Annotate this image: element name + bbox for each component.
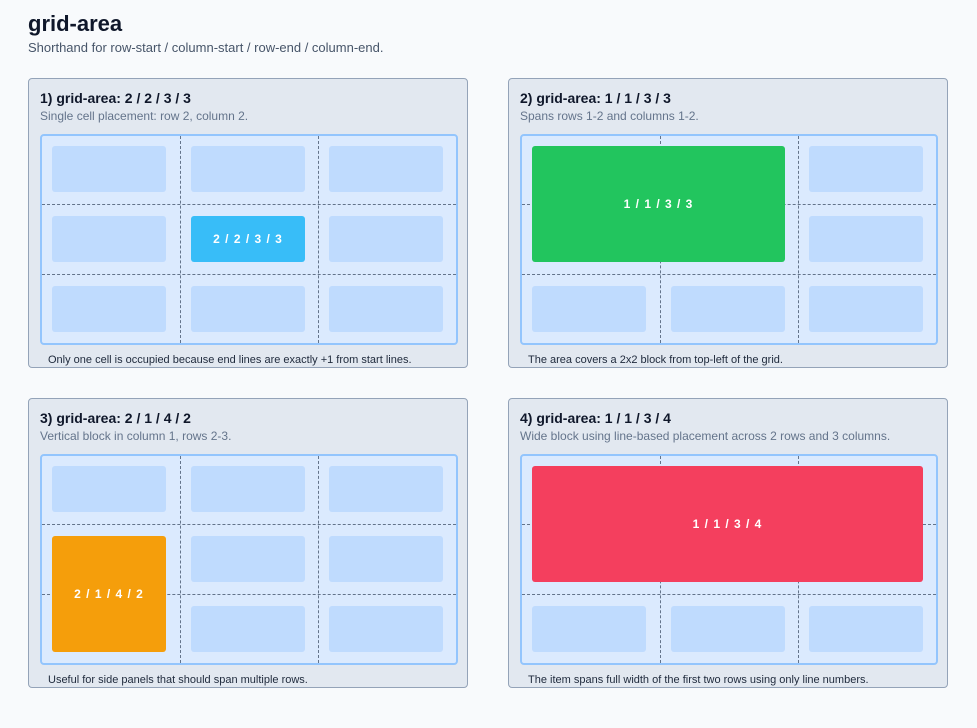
grid-cell bbox=[809, 286, 923, 332]
grid-line-column bbox=[180, 136, 181, 343]
grid-area-item: 1 / 1 / 3 / 4 bbox=[532, 466, 923, 582]
grid-cell bbox=[191, 146, 305, 192]
example-description: Vertical block in column 1, rows 2-3. bbox=[40, 429, 232, 443]
grid-cell bbox=[671, 606, 785, 652]
grid-area-item: 1 / 1 / 3 / 3 bbox=[532, 146, 785, 262]
grid-container: 1 / 1 / 3 / 3 bbox=[520, 134, 938, 345]
example-note: The area covers a 2x2 block from top-lef… bbox=[528, 354, 783, 366]
grid-cell bbox=[191, 286, 305, 332]
grid-cell bbox=[809, 606, 923, 652]
grid-line-column bbox=[318, 136, 319, 343]
grid-cell bbox=[329, 466, 443, 512]
example-title: 2) grid-area: 1 / 1 / 3 / 3 bbox=[520, 90, 671, 106]
example-title: 4) grid-area: 1 / 1 / 3 / 4 bbox=[520, 410, 671, 426]
grid-line-row bbox=[42, 204, 456, 205]
grid-line-row bbox=[42, 524, 456, 525]
example-description: Single cell placement: row 2, column 2. bbox=[40, 109, 249, 123]
grid-cell bbox=[52, 146, 166, 192]
example-note: Useful for side panels that should span … bbox=[48, 674, 308, 686]
grid-line-column bbox=[180, 456, 181, 663]
grid-cell bbox=[52, 286, 166, 332]
page-title: grid-area bbox=[28, 11, 123, 36]
grid-cell bbox=[52, 216, 166, 262]
grid-cell bbox=[809, 216, 923, 262]
page-subtitle: Shorthand for row-start / column-start /… bbox=[28, 40, 384, 55]
grid-cell bbox=[329, 286, 443, 332]
grid-area-item: 2 / 2 / 3 / 3 bbox=[191, 216, 305, 262]
grid-line-row bbox=[522, 274, 936, 275]
grid-cell bbox=[52, 466, 166, 512]
grid-container: 1 / 1 / 3 / 4 bbox=[520, 454, 938, 665]
example-description: Wide block using line-based placement ac… bbox=[520, 429, 891, 443]
example-card-1: 1) grid-area: 2 / 2 / 3 / 3 Single cell … bbox=[28, 78, 468, 368]
grid-cell bbox=[329, 606, 443, 652]
example-card-4: 4) grid-area: 1 / 1 / 3 / 4 Wide block u… bbox=[508, 398, 948, 688]
example-title: 3) grid-area: 2 / 1 / 4 / 2 bbox=[40, 410, 191, 426]
example-card-2: 2) grid-area: 1 / 1 / 3 / 3 Spans rows 1… bbox=[508, 78, 948, 368]
grid-cell bbox=[532, 606, 646, 652]
grid-area-item: 2 / 1 / 4 / 2 bbox=[52, 536, 166, 652]
grid-cell bbox=[329, 146, 443, 192]
grid-container: 2 / 2 / 3 / 3 bbox=[40, 134, 458, 345]
grid-cell bbox=[329, 216, 443, 262]
grid-line-row bbox=[42, 274, 456, 275]
grid-cell bbox=[191, 536, 305, 582]
example-note: The item spans full width of the first t… bbox=[528, 674, 869, 686]
grid-cell bbox=[532, 286, 646, 332]
grid-cell bbox=[329, 536, 443, 582]
example-card-3: 3) grid-area: 2 / 1 / 4 / 2 Vertical blo… bbox=[28, 398, 468, 688]
grid-cell bbox=[671, 286, 785, 332]
grid-line-column bbox=[798, 136, 799, 343]
grid-line-column bbox=[318, 456, 319, 663]
grid-cell bbox=[809, 146, 923, 192]
grid-line-row bbox=[522, 594, 936, 595]
grid-container: 2 / 1 / 4 / 2 bbox=[40, 454, 458, 665]
example-description: Spans rows 1-2 and columns 1-2. bbox=[520, 109, 699, 123]
example-note: Only one cell is occupied because end li… bbox=[48, 354, 412, 366]
grid-cell bbox=[191, 466, 305, 512]
grid-cell bbox=[191, 606, 305, 652]
example-title: 1) grid-area: 2 / 2 / 3 / 3 bbox=[40, 90, 191, 106]
